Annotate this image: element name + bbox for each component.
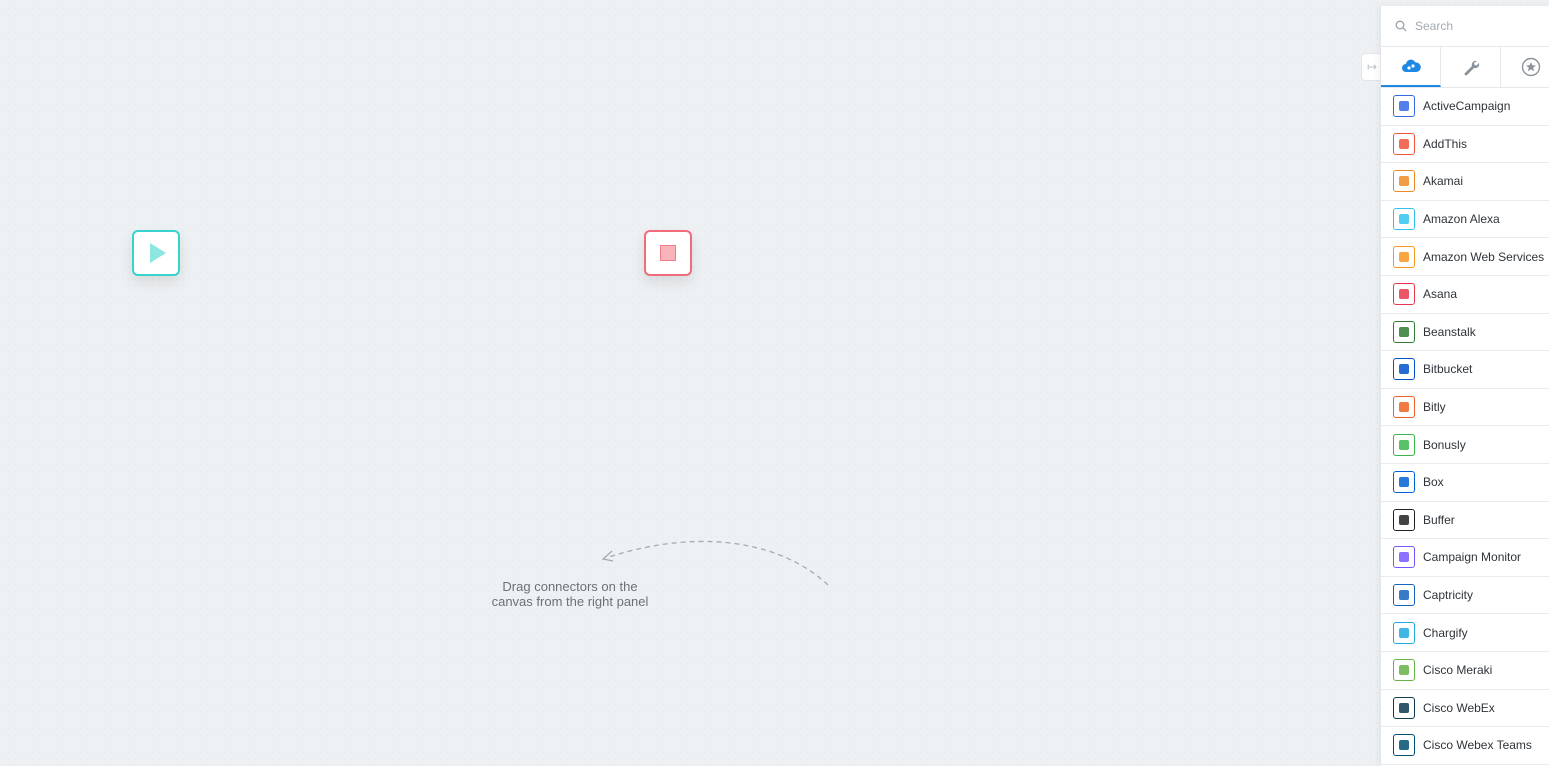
bitbucket-logo-icon bbox=[1393, 358, 1415, 381]
cisco-webex-teams-logo-icon bbox=[1393, 734, 1415, 757]
start-node[interactable] bbox=[132, 230, 180, 276]
connector-item[interactable]: Bonusly bbox=[1381, 426, 1549, 464]
aws-logo-icon bbox=[1393, 245, 1415, 268]
connector-label: Beanstalk bbox=[1423, 324, 1476, 339]
search-input[interactable] bbox=[1413, 18, 1547, 34]
connector-item[interactable]: Box bbox=[1381, 464, 1549, 502]
logo-mark bbox=[1399, 702, 1409, 713]
logo-mark bbox=[1399, 289, 1409, 300]
logo-mark bbox=[1399, 101, 1409, 112]
campaign-monitor-logo-icon bbox=[1393, 546, 1415, 569]
connector-label: Bitbucket bbox=[1423, 362, 1473, 377]
connector-label: Akamai bbox=[1423, 174, 1464, 189]
connector-label: Bonusly bbox=[1423, 437, 1466, 452]
panel-tabs bbox=[1381, 46, 1549, 88]
logo-mark bbox=[1399, 665, 1409, 676]
captricity-logo-icon bbox=[1393, 584, 1415, 607]
logo-mark bbox=[1399, 477, 1409, 488]
cloud-connectors-icon bbox=[1401, 59, 1421, 72]
connector-item[interactable]: ActiveCampaign bbox=[1381, 88, 1549, 126]
connector-label: Buffer bbox=[1423, 512, 1455, 527]
connector-item[interactable]: Cisco Webex Teams bbox=[1381, 727, 1549, 765]
tab-tools[interactable] bbox=[1441, 47, 1501, 87]
logo-mark bbox=[1399, 514, 1409, 525]
connector-label: AddThis bbox=[1423, 136, 1468, 151]
star-icon bbox=[1521, 57, 1540, 77]
connector-label: ActiveCampaign bbox=[1423, 99, 1511, 114]
cisco-webex-logo-icon bbox=[1393, 696, 1415, 719]
connector-item[interactable]: Bitbucket bbox=[1381, 351, 1549, 389]
akamai-logo-icon bbox=[1393, 170, 1415, 193]
connector-item[interactable]: Captricity bbox=[1381, 577, 1549, 615]
connector-item[interactable]: Amazon Alexa bbox=[1381, 201, 1549, 239]
logo-mark bbox=[1399, 627, 1409, 638]
connector-label: Campaign Monitor bbox=[1423, 550, 1522, 565]
connector-item[interactable]: Campaign Monitor bbox=[1381, 539, 1549, 577]
canvas-hint: Drag connectors on the canvas from the r… bbox=[470, 579, 670, 609]
bonusly-logo-icon bbox=[1393, 433, 1415, 456]
buffer-logo-icon bbox=[1393, 508, 1415, 531]
stop-icon bbox=[660, 245, 676, 261]
wrench-icon bbox=[1464, 60, 1479, 76]
chargify-logo-icon bbox=[1393, 621, 1415, 644]
connector-item[interactable]: Cisco WebEx bbox=[1381, 690, 1549, 728]
connector-item[interactable]: Bitly bbox=[1381, 389, 1549, 427]
addthis-logo-icon bbox=[1393, 132, 1415, 155]
connector-item[interactable]: Chargify bbox=[1381, 614, 1549, 652]
connector-item[interactable]: Beanstalk bbox=[1381, 314, 1549, 352]
connectors-panel: ActiveCampaign AddThis Akamai Amazon Alexa A… bbox=[1380, 6, 1549, 766]
tab-connectors[interactable] bbox=[1381, 47, 1441, 87]
box-logo-icon bbox=[1393, 471, 1415, 494]
beanstalk-logo-icon bbox=[1393, 320, 1415, 343]
logo-mark bbox=[1399, 402, 1409, 413]
stop-node[interactable] bbox=[644, 230, 692, 276]
amazon-alexa-logo-icon bbox=[1393, 208, 1415, 231]
connector-item[interactable]: AddThis bbox=[1381, 126, 1549, 164]
asana-logo-icon bbox=[1393, 283, 1415, 306]
activecampaign-logo-icon bbox=[1393, 95, 1415, 118]
tab-favorites[interactable] bbox=[1501, 47, 1549, 87]
logo-mark bbox=[1399, 138, 1409, 149]
connector-label: Box bbox=[1423, 475, 1444, 490]
connector-label: Amazon Alexa bbox=[1423, 212, 1500, 227]
connector-label: Chargify bbox=[1423, 625, 1468, 640]
search-bar bbox=[1381, 6, 1549, 46]
connector-label: Amazon Web Services bbox=[1423, 249, 1545, 264]
connector-label: Bitly bbox=[1423, 400, 1446, 415]
connector-label: Cisco WebEx bbox=[1423, 700, 1495, 715]
connector-item[interactable]: Buffer bbox=[1381, 502, 1549, 540]
cisco-meraki-logo-icon bbox=[1393, 659, 1415, 682]
logo-mark bbox=[1399, 552, 1409, 563]
canvas-hint-line2: canvas from the right panel bbox=[491, 594, 649, 609]
search-icon bbox=[1395, 20, 1407, 32]
connector-label: Asana bbox=[1423, 287, 1458, 302]
connector-item[interactable]: Cisco Meraki bbox=[1381, 652, 1549, 690]
logo-mark bbox=[1399, 439, 1409, 450]
connector-label: Cisco Webex Teams bbox=[1423, 738, 1532, 753]
connector-item[interactable]: Amazon Web Services bbox=[1381, 238, 1549, 276]
canvas-hint-line1: Drag connectors on the bbox=[502, 579, 638, 594]
collapse-panel-button[interactable]: ↦ bbox=[1361, 53, 1382, 81]
logo-mark bbox=[1399, 326, 1409, 337]
logo-mark bbox=[1399, 214, 1409, 225]
connector-list: ActiveCampaign AddThis Akamai Amazon Alexa A… bbox=[1381, 88, 1549, 765]
connector-item[interactable]: Asana bbox=[1381, 276, 1549, 314]
connector-label: Captricity bbox=[1423, 588, 1474, 603]
bitly-logo-icon bbox=[1393, 396, 1415, 419]
logo-mark bbox=[1399, 364, 1409, 375]
connector-label: Cisco Meraki bbox=[1423, 663, 1493, 678]
logo-mark bbox=[1399, 590, 1409, 601]
logo-mark bbox=[1399, 740, 1409, 751]
logo-mark bbox=[1399, 251, 1409, 262]
logo-mark bbox=[1399, 176, 1409, 187]
play-icon bbox=[150, 243, 166, 263]
connector-item[interactable]: Akamai bbox=[1381, 163, 1549, 201]
collapse-arrow-icon: ↦ bbox=[1366, 60, 1378, 74]
